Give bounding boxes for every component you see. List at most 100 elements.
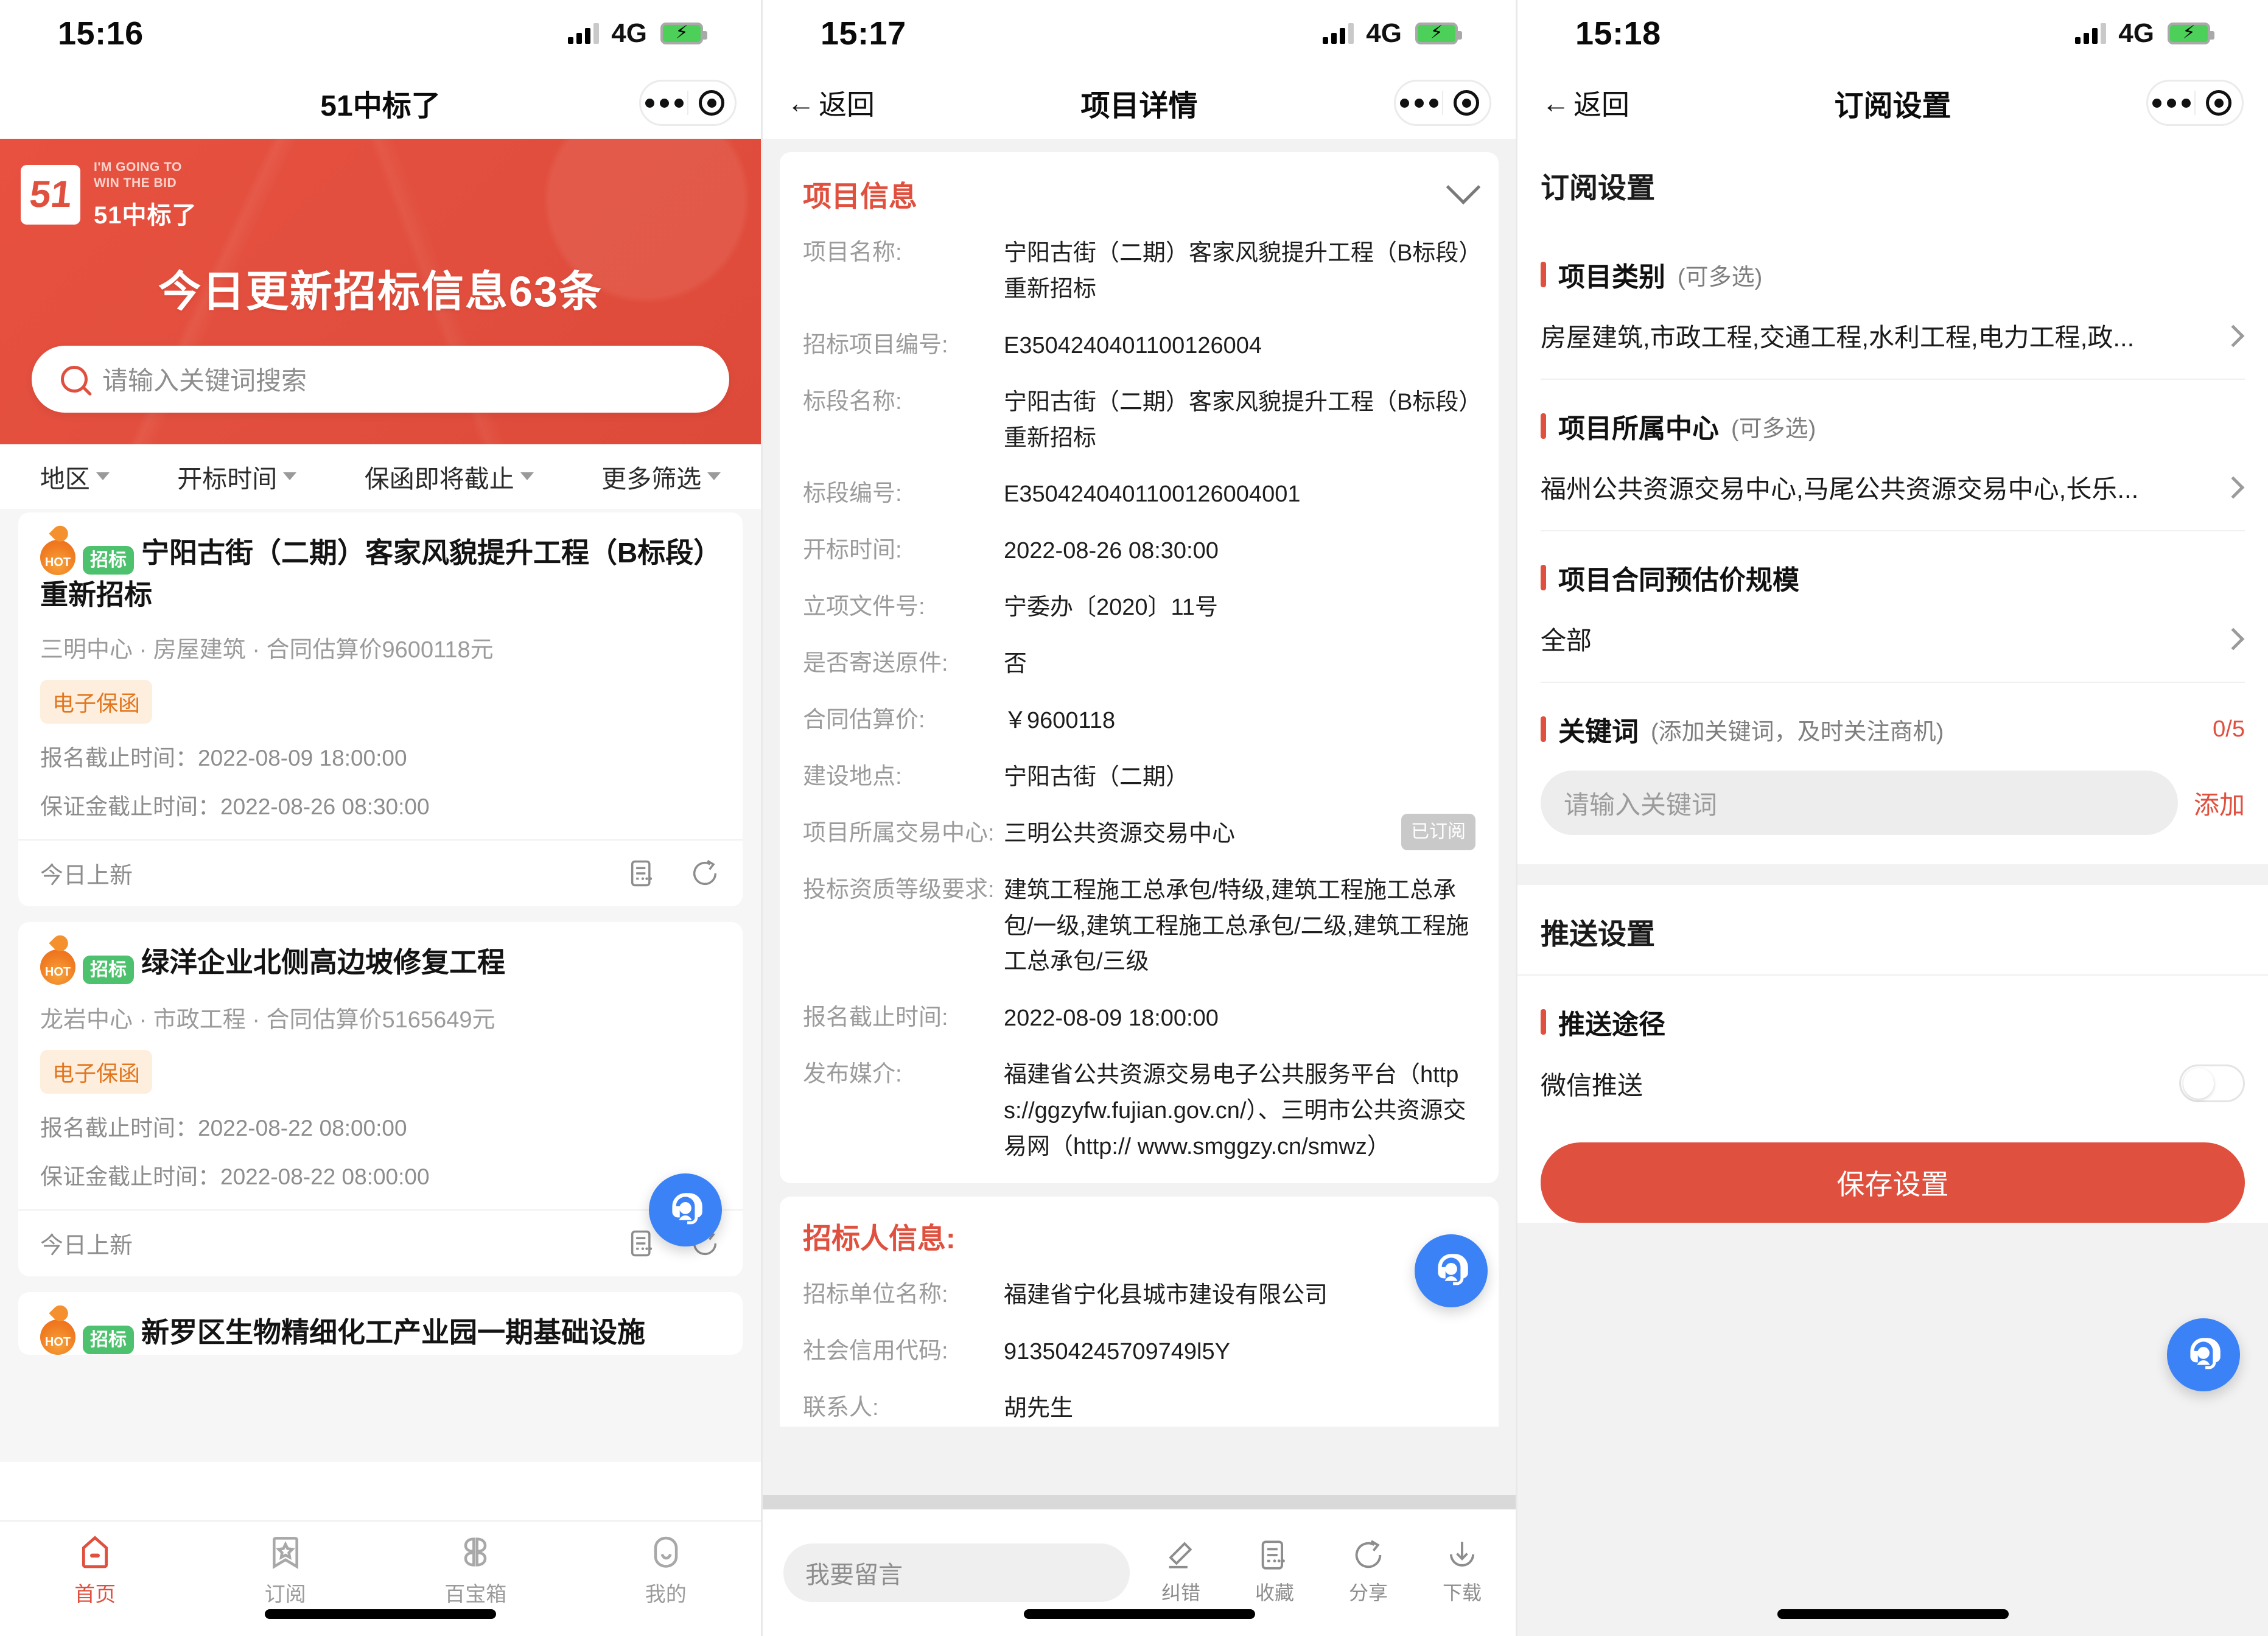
miniprogram-capsule[interactable] [1394,80,1491,126]
more-icon[interactable] [1396,98,1442,108]
wechat-push-toggle[interactable] [2179,1064,2245,1102]
keyword-count: 0/5 [2213,716,2245,742]
more-icon[interactable] [641,98,687,108]
share-icon[interactable] [689,858,721,889]
chevron-down-icon [96,472,110,480]
report-error-button[interactable]: 纠错 [1148,1537,1214,1606]
download-button[interactable]: 下载 [1429,1537,1495,1606]
detail-scroll-area[interactable]: 项目信息 项目名称: 宁阳古街（二期）客家风貌提升工程（B标段）重新招标 招标项目… [763,139,1516,1563]
close-target-icon[interactable] [688,90,735,116]
card-footer: 今日上新 [18,839,743,906]
subscription-settings-section: 订阅设置 项目类别 (可多选) 房屋建筑,市政工程,交通工程,水利工程,电力工程,… [1517,139,2268,864]
detail-label: 联系人: [803,1394,879,1421]
screen-home: 15:16 4G ⚡ 51中标了 51 I'M GOING TO WIN THE… [0,0,761,1636]
add-keyword-button[interactable]: 添加 [2194,785,2245,822]
favorite-button[interactable]: 收藏 [1242,1537,1307,1606]
close-target-icon[interactable] [2196,90,2242,116]
miniprogram-capsule[interactable] [2146,80,2244,126]
accent-bar [1541,413,1546,439]
detail-value: 否 [1004,651,1027,677]
app-logo: 51 I'M GOING TO WIN THE BID 51中标了 [0,159,761,231]
search-input[interactable]: 请输入关键词搜索 [32,345,729,413]
settings-scroll-area[interactable]: 订阅设置 项目类别 (可多选) 房屋建筑,市政工程,交通工程,水利工程,电力工程,… [1517,139,2268,1636]
filter-guarantee-deadline[interactable]: 保函即将截止 [365,458,534,495]
logo-cn: 51中标了 [94,201,197,229]
more-icon[interactable] [2148,98,2194,108]
customer-service-button[interactable] [649,1173,722,1246]
three-screen-composite: 15:16 4G ⚡ 51中标了 51 I'M GOING TO WIN THE… [0,0,2268,1636]
detail-row: 标段名称: 宁阳古街（二期）客家风貌提升工程（B标段）重新招标 [803,385,1475,456]
sidebar-item-subscribe[interactable]: 订阅 [191,1533,381,1607]
bid-meta: 三明中心 · 房屋建筑 · 合同估算价9600118元 [40,637,494,663]
bid-list[interactable]: HOT 招标 宁阳古街（二期）客家风貌提升工程（B标段）重新招标 三明中心 · 房屋… [0,508,761,1462]
detail-value: 建筑工程施工总承包/特级,建筑工程施工总承包/一级,建筑工程施工总承包/二级,建… [1004,877,1469,975]
network-label: 4G [1366,18,1402,48]
detail-row: 报名截止时间: 2022-08-09 18:00:00 [803,1001,1475,1036]
keyword-input[interactable]: 请输入关键词 [1541,771,2178,835]
list-item[interactable]: HOT 招标 宁阳古街（二期）客家风貌提升工程（B标段）重新招标 三明中心 · 房屋… [18,512,743,906]
battery-charging-icon: ⚡ [2168,23,2214,44]
setting-row-price-scale[interactable]: 全部 [1541,597,2245,683]
group-label: 项目所属中心 [1558,414,1719,444]
detail-label: 合同估算价: [803,707,925,733]
push-channel-row[interactable]: 微信推送 [1541,1041,2245,1127]
sidebar-item-toolbox[interactable]: 百宝箱 [380,1533,571,1607]
back-button[interactable]: ← 返回 [1542,83,1629,123]
bid-title: HOT 招标 绿洋企业北侧高边坡修复工程 [40,943,721,985]
message-placeholder: 我要留言 [805,1562,903,1589]
status-indicators: 4G ⚡ [568,18,707,49]
deposit-deadline: 保证金截止时间：2022-08-26 08:30:00 [40,794,430,819]
save-button[interactable]: 保存设置 [1541,1142,2245,1223]
list-item[interactable]: HOT 招标 新罗区生物精细化工产业园一期基础设施 [18,1292,743,1355]
filter-label: 更多筛选 [601,464,702,493]
sidebar-item-home[interactable]: 首页 [0,1533,191,1607]
detail-label: 招标项目编号: [803,332,948,358]
detail-value: 福建省公共资源交易电子公共服务平台（https://ggzyfw.fujian.… [1004,1062,1466,1160]
filter-bid-time[interactable]: 开标时间 [177,458,297,495]
share-button[interactable]: 分享 [1335,1537,1401,1606]
status-bar: 15:18 4G ⚡ [1517,0,2268,67]
bookmark-icon [272,1537,298,1570]
keyword-add-row: 请输入关键词 添加 [1541,749,2245,864]
tab-label: 我的 [645,1583,687,1606]
group-title-category: 项目类别 (可多选) [1541,228,2245,294]
message-input[interactable]: 我要留言 [783,1543,1130,1602]
sidebar-item-mine[interactable]: 我的 [571,1533,761,1607]
document-icon[interactable] [627,858,659,889]
customer-service-button[interactable] [1415,1234,1488,1307]
panel-header[interactable]: 项目信息 [803,169,1481,215]
detail-row: 建设地点: 宁阳古街（二期） [803,760,1475,795]
back-button[interactable]: ← 返回 [787,83,875,123]
document-icon[interactable] [627,1228,659,1259]
detail-label: 建设地点: [803,763,902,789]
chevron-down-icon[interactable] [1446,169,1481,204]
close-target-icon[interactable] [1443,90,1489,116]
list-item[interactable]: HOT 招标 绿洋企业北侧高边坡修复工程 龙岩中心 · 市政工程 · 合同估算价51… [18,921,743,1276]
panel-title: 项目信息 [803,180,917,212]
miniprogram-capsule[interactable] [639,80,737,126]
status-time: 15:17 [821,15,906,52]
detail-value: 宁阳古街（二期）客家风貌提升工程（B标段）重新招标 [1004,389,1471,451]
type-badge: 招标 [83,545,134,575]
detail-label: 项目名称: [803,240,902,265]
logo-text: I'M GOING TO WIN THE BID 51中标了 [94,159,197,231]
signup-deadline: 报名截止时间：2022-08-09 18:00:00 [40,745,407,771]
filter-region[interactable]: 地区 [40,458,110,495]
group-title-push-channel: 推送途径 [1541,976,2245,1041]
filter-more[interactable]: 更多筛选 [601,458,721,495]
customer-service-button[interactable] [2167,1318,2240,1391]
detail-label: 发布媒介: [803,1061,902,1088]
keyword-placeholder: 请输入关键词 [1564,790,1718,819]
setting-row-center[interactable]: 福州公共资源交易中心,马尾公共资源交易中心,长乐... [1541,446,2245,531]
subscribed-badge[interactable]: 已订阅 [1401,813,1475,851]
group-title-keyword: 关键词 (添加关键词，及时关注商机) 0/5 [1541,683,2245,749]
setting-value: 全部 [1541,626,1592,655]
group-title-price-scale: 项目合同预估价规模 [1541,531,2245,597]
card-footer: 今日上新 [18,1209,743,1276]
detail-value: E3504240401100126004 [1004,332,1262,358]
battery-charging-icon: ⚡ [660,23,707,44]
search-icon [61,365,88,393]
new-today-label: 今日上新 [40,863,133,889]
setting-row-category[interactable]: 房屋建筑,市政工程,交通工程,水利工程,电力工程,政... [1541,294,2245,380]
detail-value: 2022-08-09 18:00:00 [1004,1005,1219,1032]
